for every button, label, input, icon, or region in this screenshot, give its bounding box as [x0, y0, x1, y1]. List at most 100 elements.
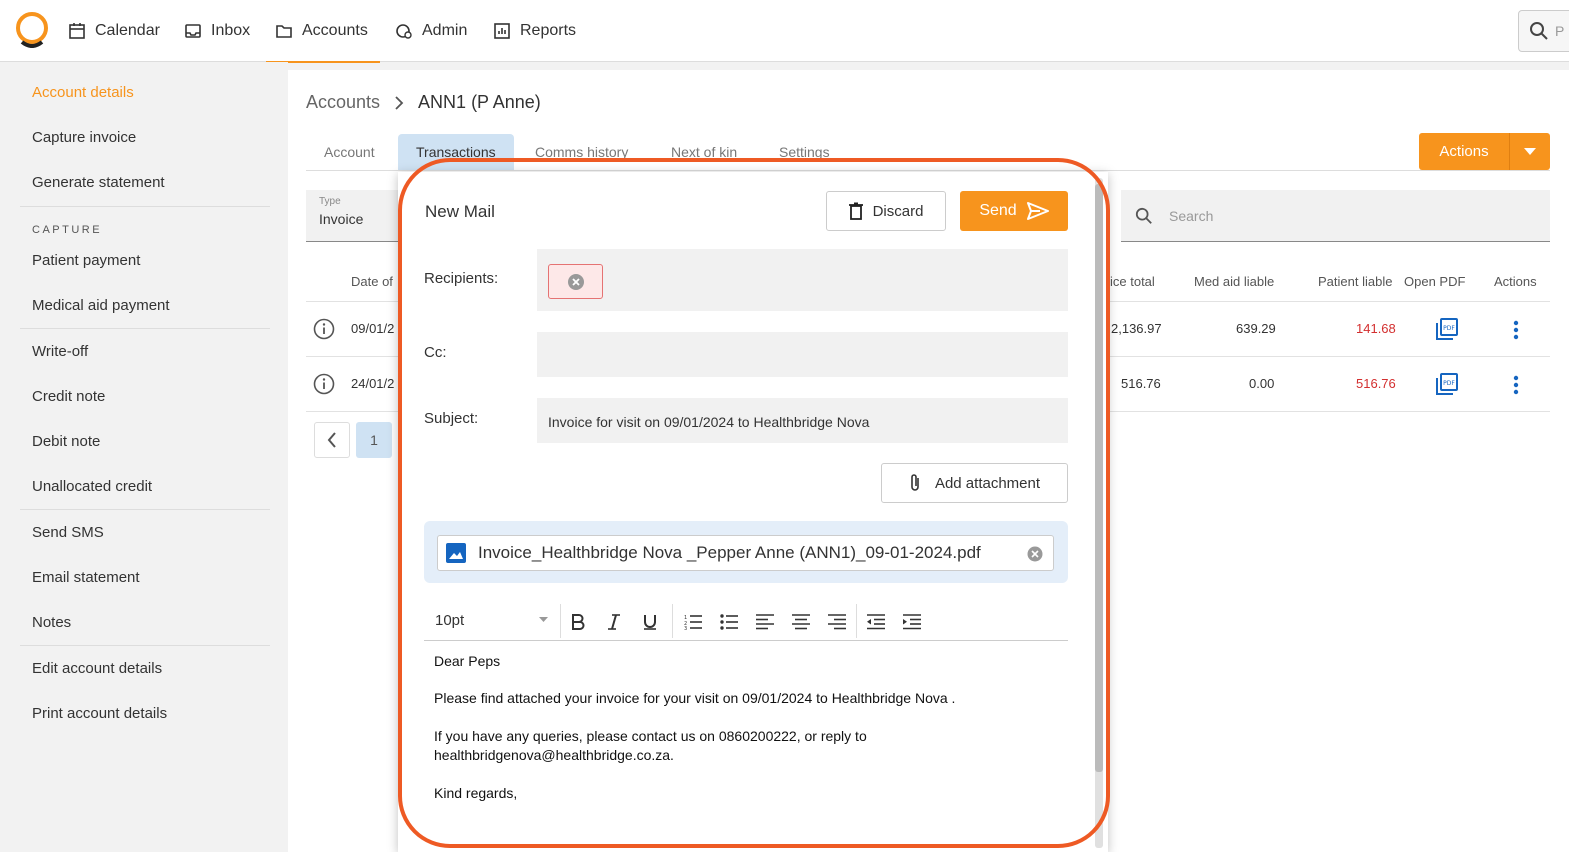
sidebar-item-generate-statement[interactable]: Generate statement	[32, 174, 165, 191]
tab-settings[interactable]: Settings	[761, 134, 848, 170]
mail-body-greeting[interactable]: Dear Peps	[434, 652, 500, 671]
row2-invoice-total: 516.76	[1121, 376, 1161, 391]
font-size-select[interactable]: 10pt	[435, 612, 464, 629]
scrollbar-thumb[interactable]	[1095, 184, 1103, 772]
mail-body-line1[interactable]: Please find attached your invoice for yo…	[434, 689, 955, 708]
attachments-area: Invoice_Healthbridge Nova _Pepper Anne (…	[424, 521, 1068, 583]
col-header-invoice-total[interactable]: ice total	[1110, 274, 1155, 289]
mail-body-closing[interactable]: Kind regards,	[434, 784, 517, 803]
tab-next-of-kin[interactable]: Next of kin	[653, 134, 755, 170]
row2-date: 24/01/2	[351, 376, 395, 391]
italic-button[interactable]	[603, 611, 625, 633]
trash-icon	[848, 202, 863, 220]
remove-icon[interactable]	[567, 273, 585, 291]
sidebar-divider	[20, 328, 270, 329]
sidebar-divider	[20, 206, 270, 207]
nav-admin[interactable]: Admin	[395, 0, 467, 62]
app-logo[interactable]	[14, 12, 50, 48]
discard-button[interactable]: Discard	[826, 191, 946, 231]
sidebar-item-capture-invoice[interactable]: Capture invoice	[32, 129, 136, 146]
pager-page-1[interactable]: 1	[356, 422, 392, 458]
cc-field[interactable]	[537, 332, 1068, 377]
sidebar-item-notes[interactable]: Notes	[32, 614, 71, 631]
toolbar-separator	[560, 604, 561, 638]
add-attachment-button[interactable]: Add attachment	[881, 463, 1068, 503]
info-icon[interactable]	[313, 373, 335, 395]
sidebar-item-edit-account-details[interactable]: Edit account details	[32, 660, 162, 677]
sidebar-item-account-details[interactable]: Account details	[32, 84, 134, 101]
dialog-scrollbar[interactable]	[1095, 178, 1103, 848]
nav-reports[interactable]: Reports	[493, 0, 576, 62]
nav-accounts[interactable]: Accounts	[266, 0, 380, 63]
recipients-field[interactable]	[537, 249, 1068, 311]
sidebar-divider	[20, 509, 270, 510]
mail-body-line3[interactable]: healthbridgenova@healthbridge.co.za.	[434, 746, 674, 765]
actions-button[interactable]: Actions	[1419, 133, 1550, 170]
nav-inbox-label: Inbox	[211, 22, 251, 39]
sidebar-item-send-sms[interactable]: Send SMS	[32, 524, 104, 541]
caret-down-icon	[1524, 147, 1536, 155]
tab-comms-history[interactable]: Comms history	[517, 134, 646, 170]
attachment-filename: Invoice_Healthbridge Nova _Pepper Anne (…	[478, 543, 981, 562]
nav-inbox[interactable]: Inbox	[184, 0, 250, 62]
subject-label: Subject:	[424, 410, 479, 427]
breadcrumb-root[interactable]: Accounts	[306, 92, 380, 113]
col-header-med-aid-liable[interactable]: Med aid liable	[1194, 274, 1274, 289]
recipient-chip[interactable]	[548, 264, 603, 299]
col-header-date[interactable]: Date of	[351, 274, 393, 289]
outdent-button[interactable]	[865, 611, 887, 633]
sidebar-item-credit-note[interactable]: Credit note	[32, 388, 105, 405]
pdf-icon[interactable]: PDF	[1435, 317, 1459, 341]
caret-down-icon[interactable]	[539, 617, 548, 623]
mail-body-line2[interactable]: If you have any queries, please contact …	[434, 727, 867, 746]
attachment-item[interactable]: Invoice_Healthbridge Nova _Pepper Anne (…	[437, 535, 1054, 571]
row2-med-aid-liable: 0.00	[1249, 376, 1275, 391]
align-center-button[interactable]	[790, 611, 812, 633]
actions-dropdown-toggle[interactable]	[1510, 133, 1550, 170]
new-mail-dialog: New Mail Discard Send Recipients: Cc: Su…	[398, 172, 1108, 852]
recipients-label: Recipients:	[424, 270, 499, 287]
pager-prev-button[interactable]	[314, 422, 350, 458]
nav-admin-label: Admin	[422, 22, 468, 39]
more-vert-icon[interactable]	[1513, 375, 1519, 395]
sidebar-item-medical-aid-payment[interactable]: Medical aid payment	[32, 297, 170, 314]
subject-field[interactable]: Invoice for visit on 09/01/2024 to Healt…	[537, 398, 1068, 443]
col-header-patient-liable[interactable]: Patient liable	[1318, 274, 1392, 289]
chevron-right-icon	[395, 95, 404, 110]
numbered-list-icon: 123	[684, 615, 702, 630]
sidebar-item-print-account-details[interactable]: Print account details	[32, 705, 167, 722]
align-right-button[interactable]	[826, 611, 848, 633]
indent-button[interactable]	[901, 611, 923, 633]
sidebar-item-unallocated-credit[interactable]: Unallocated credit	[32, 478, 152, 495]
sidebar-item-write-off[interactable]: Write-off	[32, 343, 88, 360]
row2-patient-liable: 516.76	[1356, 376, 1396, 391]
remove-attachment-icon[interactable]	[1027, 546, 1043, 562]
mail-title: New Mail	[425, 202, 495, 221]
align-left-button[interactable]	[754, 611, 776, 633]
info-icon[interactable]	[313, 318, 335, 340]
folder-icon	[276, 25, 292, 38]
image-file-icon	[446, 543, 466, 563]
tab-transactions[interactable]: Transactions	[398, 134, 514, 170]
tab-account[interactable]: Account	[306, 134, 393, 170]
toolbar-separator	[856, 604, 857, 638]
sidebar-item-patient-payment[interactable]: Patient payment	[32, 252, 140, 269]
bold-button[interactable]	[567, 611, 589, 633]
sidebar-item-debit-note[interactable]: Debit note	[32, 433, 100, 450]
svg-text:PDF: PDF	[1443, 325, 1455, 332]
underline-button[interactable]	[639, 611, 661, 633]
nav-reports-label: Reports	[520, 22, 577, 39]
global-search[interactable]: P	[1518, 10, 1569, 52]
numbered-list-button[interactable]: 123	[682, 611, 704, 633]
send-button[interactable]: Send	[960, 191, 1068, 231]
nav-calendar[interactable]: Calendar	[68, 0, 160, 62]
outdent-icon	[867, 614, 885, 630]
sidebar-item-email-statement[interactable]: Email statement	[32, 569, 140, 586]
bullet-list-button[interactable]	[718, 611, 740, 633]
sidebar-divider	[20, 645, 270, 646]
pdf-icon[interactable]: PDF	[1435, 372, 1459, 396]
row1-med-aid-liable: 639.29	[1236, 321, 1276, 336]
more-vert-icon[interactable]	[1513, 320, 1519, 340]
calendar-icon	[69, 23, 85, 39]
transactions-search[interactable]: Search	[1121, 190, 1550, 242]
